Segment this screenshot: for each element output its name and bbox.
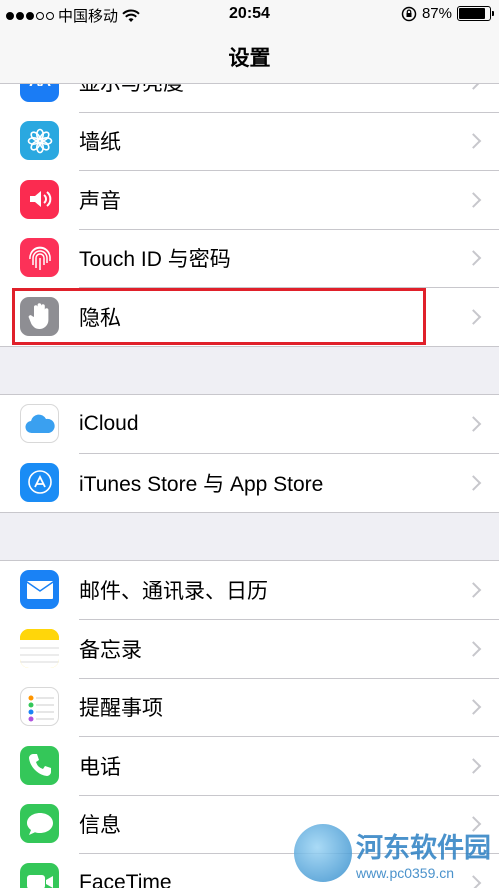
settings-row[interactable]: 备忘录 [0, 619, 499, 678]
chevron-right-icon [465, 474, 482, 491]
app-store-icon [20, 462, 59, 502]
settings-row[interactable]: 隐私 [0, 287, 499, 346]
navigation-bar: 设置 [0, 30, 499, 84]
watermark-url: www.pc0359.cn [356, 864, 455, 881]
watermark-logo-icon [294, 824, 352, 882]
row-label: 提醒事项 [79, 697, 163, 721]
chevron-right-icon [465, 699, 482, 716]
wallpaper-icon [20, 121, 59, 161]
row-content: 备忘录 [79, 619, 499, 678]
icloud-icon [20, 404, 59, 444]
chevron-right-icon [465, 250, 482, 267]
chevron-right-icon [465, 308, 482, 325]
watermark: 河东软件园 www.pc0359.cn [294, 824, 491, 882]
row-label: 墙纸 [79, 131, 121, 155]
page-title: 设置 [228, 46, 271, 70]
row-content: Touch ID 与密码 [79, 228, 499, 288]
settings-row[interactable]: Touch ID 与密码 [0, 228, 499, 288]
row-content: 电话 [79, 736, 499, 795]
phone-icon [20, 745, 59, 785]
row-label: iTunes Store 与 App Store [79, 472, 324, 496]
row-label: 邮件、通讯录、日历 [79, 579, 268, 603]
status-right: 87% [401, 5, 494, 22]
chevron-right-icon [465, 640, 482, 657]
row-label: 电话 [79, 755, 121, 779]
battery-icon [457, 6, 494, 21]
row-label: Touch ID 与密码 [79, 248, 231, 272]
settings-row[interactable]: AA 显示与亮度 [0, 84, 499, 112]
settings-row[interactable]: 声音 [0, 170, 499, 229]
row-content: iCloud [79, 395, 499, 454]
battery-percent: 87% [421, 5, 452, 22]
settings-row[interactable]: 邮件、通讯录、日历 [0, 561, 499, 620]
settings-group: AA 显示与亮度墙纸声音 Touch ID 与密码隐私 [0, 84, 499, 347]
reminders-icon [20, 687, 59, 727]
privacy-hand-icon [20, 296, 59, 336]
settings-row[interactable]: 提醒事项 [0, 677, 499, 737]
notes-icon [20, 628, 59, 668]
display-brightness-icon: AA [20, 84, 59, 102]
messages-icon [20, 804, 59, 844]
row-content: 显示与亮度 [79, 84, 499, 112]
rotation-lock-icon [401, 6, 417, 21]
watermark-title: 河东软件园 [356, 832, 491, 864]
chevron-right-icon [465, 133, 482, 150]
row-content: 邮件、通讯录、日历 [79, 561, 499, 620]
row-content: 墙纸 [79, 111, 499, 171]
row-label: 显示与亮度 [79, 84, 184, 97]
row-label: 隐私 [79, 306, 121, 330]
fingerprint-icon [20, 238, 59, 278]
settings-row[interactable]: iTunes Store 与 App Store [0, 453, 499, 512]
row-content: iTunes Store 与 App Store [79, 453, 499, 512]
row-content: 隐私 [79, 287, 499, 346]
row-label: 信息 [79, 814, 121, 838]
status-bar: 中国移动 20:54 87% [0, 0, 499, 30]
row-content: 提醒事项 [79, 677, 499, 737]
settings-list[interactable]: AA 显示与亮度墙纸声音 Touch ID 与密码隐私 iCloud iTunes St… [0, 84, 499, 888]
chevron-right-icon [465, 757, 482, 774]
settings-row[interactable]: 电话 [0, 736, 499, 795]
row-label: iCloud [79, 411, 139, 435]
chevron-right-icon [465, 191, 482, 208]
row-label: 备忘录 [79, 638, 142, 662]
row-content: 声音 [79, 170, 499, 229]
row-label: 声音 [79, 189, 121, 213]
mail-icon [20, 570, 59, 610]
chevron-right-icon [465, 415, 482, 432]
facetime-icon [20, 862, 59, 888]
settings-row[interactable]: 墙纸 [0, 111, 499, 171]
chevron-right-icon [465, 581, 482, 598]
sound-icon [20, 179, 59, 219]
row-label: FaceTime [79, 870, 172, 888]
settings-row[interactable]: iCloud [0, 395, 499, 454]
settings-group: iCloud iTunes Store 与 App Store [0, 393, 499, 513]
chevron-right-icon [465, 84, 482, 91]
